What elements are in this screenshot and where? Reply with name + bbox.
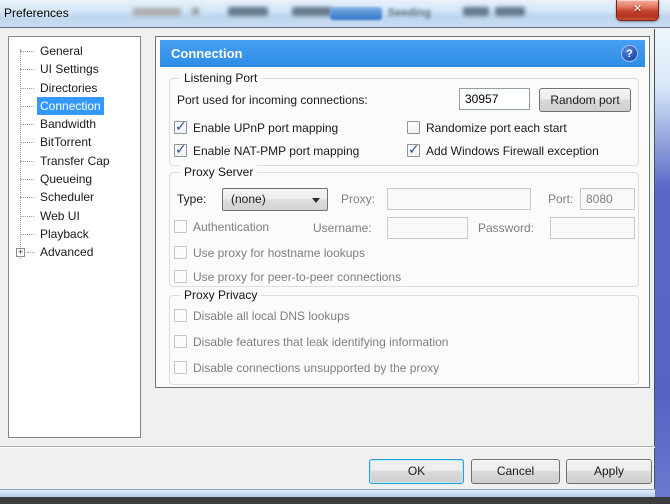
proxy-type-label: Type: bbox=[177, 192, 206, 206]
randomize-port-label: Randomize port each start bbox=[426, 121, 567, 135]
natpmp-checkbox[interactable] bbox=[174, 144, 187, 157]
username-input[interactable] bbox=[387, 217, 468, 239]
sidebar-item-transfer-cap[interactable]: Transfer Cap bbox=[9, 152, 140, 170]
settings-tree: General UI Settings Directories Connecti… bbox=[8, 36, 141, 438]
group-legend: Proxy Privacy bbox=[180, 288, 261, 302]
disable-dns-label: Disable all local DNS lookups bbox=[193, 309, 350, 323]
tree-dash bbox=[20, 197, 34, 198]
randomize-port-checkbox[interactable] bbox=[407, 121, 420, 134]
background-blur-blob bbox=[495, 7, 525, 16]
sidebar-item-general[interactable]: General bbox=[9, 42, 140, 60]
help-icon[interactable]: ? bbox=[621, 45, 638, 62]
preferences-dialog: Preferences Seeding ✕ General UI Setting… bbox=[0, 0, 670, 504]
background-blur-blob bbox=[292, 7, 332, 16]
port-label: Port used for incoming connections: bbox=[177, 93, 368, 107]
aero-bottom-edge bbox=[0, 489, 655, 497]
sidebar-item-advanced[interactable]: +Advanced bbox=[9, 243, 140, 261]
tree-dash bbox=[20, 106, 34, 107]
sidebar-item-directories[interactable]: Directories bbox=[9, 79, 140, 97]
title-bar[interactable]: Preferences Seeding ✕ bbox=[0, 0, 670, 28]
tree-dash bbox=[20, 51, 34, 52]
tree-dash bbox=[20, 161, 34, 162]
background-seeding-text: Seeding bbox=[388, 7, 431, 19]
username-label: Username: bbox=[313, 221, 372, 235]
sidebar-item-connection[interactable]: Connection bbox=[9, 97, 140, 115]
window-title: Preferences bbox=[4, 6, 69, 20]
background-blur-blob bbox=[228, 7, 268, 16]
firewall-checkbox[interactable] bbox=[407, 144, 420, 157]
tree-dash bbox=[20, 69, 34, 70]
background-blur-blob bbox=[463, 7, 489, 16]
proxy-hostname-checkbox[interactable] bbox=[174, 246, 187, 259]
password-input[interactable] bbox=[550, 217, 635, 239]
page-title: Connection bbox=[171, 46, 243, 61]
disable-dns-checkbox[interactable] bbox=[174, 309, 187, 322]
disable-leak-label: Disable features that leak identifying i… bbox=[193, 335, 448, 349]
proxy-type-dropdown[interactable]: (none) bbox=[222, 188, 328, 211]
upnp-label: Enable UPnP port mapping bbox=[193, 121, 338, 135]
chevron-down-icon bbox=[312, 198, 320, 203]
port-input[interactable] bbox=[459, 88, 530, 110]
authentication-checkbox[interactable] bbox=[174, 220, 187, 233]
proxy-host-label: Proxy: bbox=[341, 192, 375, 206]
group-legend: Proxy Server bbox=[180, 165, 257, 179]
screen-bottom-strip bbox=[0, 497, 670, 504]
background-blur-blob bbox=[192, 8, 199, 15]
proxy-port-input[interactable] bbox=[580, 188, 635, 210]
cancel-button[interactable]: Cancel bbox=[471, 459, 560, 484]
sidebar-item-bittorrent[interactable]: BitTorrent bbox=[9, 133, 140, 151]
tree-dash bbox=[27, 252, 35, 253]
panel-header: Connection ? bbox=[160, 40, 645, 67]
footer-separator bbox=[0, 446, 655, 447]
tree-dash bbox=[20, 142, 34, 143]
tree-dash bbox=[20, 88, 34, 89]
sidebar-item-ui-settings[interactable]: UI Settings bbox=[9, 60, 140, 78]
tree-dash bbox=[20, 234, 34, 235]
background-progress-bar bbox=[330, 7, 382, 20]
proxy-host-input[interactable] bbox=[387, 188, 531, 210]
firewall-label: Add Windows Firewall exception bbox=[426, 144, 599, 158]
tree-dash bbox=[20, 216, 34, 217]
close-button[interactable]: ✕ bbox=[616, 0, 659, 21]
upnp-checkbox[interactable] bbox=[174, 121, 187, 134]
proxy-p2p-label: Use proxy for peer-to-peer connections bbox=[193, 270, 401, 284]
sidebar-item-scheduler[interactable]: Scheduler bbox=[9, 188, 140, 206]
tree-dash bbox=[20, 179, 34, 180]
disable-unsupported-checkbox[interactable] bbox=[174, 361, 187, 374]
background-blur-blob bbox=[133, 8, 181, 16]
disable-leak-checkbox[interactable] bbox=[174, 335, 187, 348]
ok-button[interactable]: OK bbox=[369, 459, 464, 484]
expand-plus-icon[interactable]: + bbox=[16, 248, 25, 257]
tree-dash bbox=[20, 124, 34, 125]
proxy-p2p-checkbox[interactable] bbox=[174, 270, 187, 283]
proxy-hostname-label: Use proxy for hostname lookups bbox=[193, 246, 365, 260]
authentication-label: Authentication bbox=[193, 220, 269, 234]
proxy-type-value: (none) bbox=[231, 192, 266, 206]
sidebar-item-queueing[interactable]: Queueing bbox=[9, 170, 140, 188]
apply-button[interactable]: Apply bbox=[566, 459, 652, 484]
sidebar-item-web-ui[interactable]: Web UI bbox=[9, 207, 140, 225]
natpmp-label: Enable NAT-PMP port mapping bbox=[193, 144, 359, 158]
aero-right-edge bbox=[655, 29, 670, 497]
sidebar-item-playback[interactable]: Playback bbox=[9, 225, 140, 243]
password-label: Password: bbox=[478, 221, 534, 235]
group-legend: Listening Port bbox=[180, 71, 261, 85]
sidebar-item-bandwidth[interactable]: Bandwidth bbox=[9, 115, 140, 133]
proxy-port-label: Port: bbox=[548, 192, 573, 206]
random-port-button[interactable]: Random port bbox=[539, 88, 631, 112]
disable-unsupported-label: Disable connections unsupported by the p… bbox=[193, 361, 439, 375]
